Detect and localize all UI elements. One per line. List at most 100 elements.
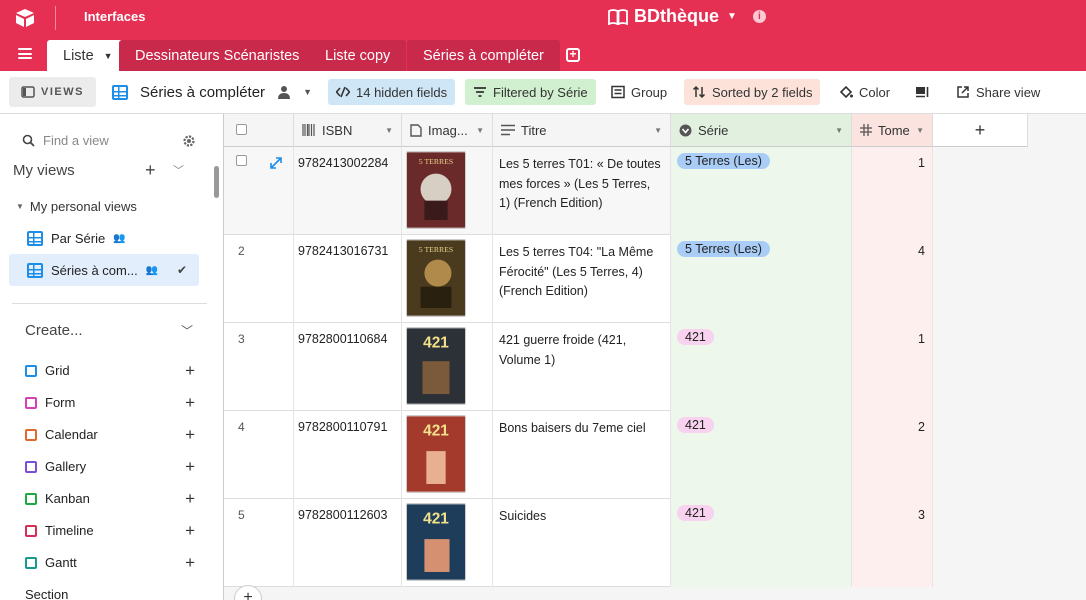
- plus-icon[interactable]: +: [185, 361, 195, 381]
- create-timeline[interactable]: Timeline +: [25, 521, 195, 541]
- tab-dessinateurs-scenaristes[interactable]: Dessinateurs Scénaristes: [119, 40, 316, 71]
- hamburger-menu-icon[interactable]: [18, 48, 32, 59]
- isbn-cell[interactable]: 9782413016731: [294, 235, 402, 323]
- chevron-down-icon[interactable]: ▼: [104, 51, 113, 61]
- serie-cell[interactable]: 5 Terres (Les): [671, 147, 852, 235]
- isbn-cell[interactable]: 9782413002284: [294, 147, 402, 235]
- tome-cell[interactable]: 2: [852, 411, 933, 499]
- create-kanban[interactable]: Kanban +: [25, 489, 195, 509]
- column-header-tome[interactable]: Tome ▼: [852, 114, 933, 147]
- gear-icon[interactable]: [182, 134, 196, 148]
- sort-button[interactable]: Sorted by 2 fields: [684, 79, 821, 105]
- titre-cell[interactable]: Suicides: [493, 499, 671, 587]
- serie-cell[interactable]: 421: [671, 411, 852, 499]
- isbn-cell[interactable]: 9782800110791: [294, 411, 402, 499]
- select-all-checkbox[interactable]: [236, 124, 247, 135]
- personal-views-section[interactable]: ▼ My personal views: [16, 199, 137, 214]
- select-all-header: [224, 114, 294, 147]
- expand-record-icon[interactable]: [270, 157, 282, 169]
- grid-view-icon: [27, 262, 43, 278]
- hidden-fields-label: 14 hidden fields: [356, 84, 448, 100]
- add-field-button[interactable]: +: [933, 114, 1028, 147]
- table-row[interactable]: 9782413002284 5 TERRES Les 5 terres T01:…: [224, 147, 933, 235]
- color-button[interactable]: Color: [831, 79, 898, 105]
- chevron-down-icon[interactable]: ▼: [385, 126, 393, 135]
- serie-cell[interactable]: 421: [671, 323, 852, 411]
- column-header-serie[interactable]: Série ▼: [671, 114, 852, 147]
- serie-cell[interactable]: 5 Terres (Les): [671, 235, 852, 323]
- plus-icon[interactable]: +: [185, 457, 195, 477]
- tome-cell[interactable]: 4: [852, 235, 933, 323]
- filter-button[interactable]: Filtered by Série: [465, 79, 596, 105]
- isbn-cell[interactable]: 9782800110684: [294, 323, 402, 411]
- plus-icon[interactable]: +: [185, 393, 195, 413]
- tab-liste-copy[interactable]: Liste copy: [309, 40, 407, 71]
- views-toggle-button[interactable]: VIEWS: [9, 77, 96, 107]
- tab-series-a-completer[interactable]: Séries à compléter: [407, 40, 560, 71]
- view-toolbar: VIEWS Séries à compléter ▼ 14 hidden fie…: [0, 71, 1086, 114]
- app-logo-icon[interactable]: [14, 7, 36, 29]
- info-icon[interactable]: i: [752, 10, 766, 23]
- group-button[interactable]: Group: [603, 79, 675, 105]
- table-row[interactable]: 4 9782800110791 421 Bons baisers du 7eme…: [224, 411, 933, 499]
- row-checkbox[interactable]: [236, 155, 247, 166]
- column-header-image[interactable]: Imag... ▼: [402, 114, 493, 147]
- create-gallery[interactable]: Gallery +: [25, 457, 195, 477]
- sidebar-item-series-a-completer[interactable]: Séries à com... 👥 ✔: [9, 254, 199, 286]
- image-cell[interactable]: 421: [402, 411, 493, 499]
- titre-cell[interactable]: Les 5 terres T01: « De toutes mes forces…: [493, 147, 671, 235]
- chevron-down-icon[interactable]: ▼: [727, 11, 737, 22]
- row-height-button[interactable]: [907, 79, 937, 105]
- add-tab-icon[interactable]: +: [566, 48, 580, 62]
- chevron-down-icon[interactable]: ﹀: [181, 322, 193, 339]
- titre-cell[interactable]: 421 guerre froide (421, Volume 1): [493, 323, 671, 411]
- share-view-button[interactable]: Share view: [948, 79, 1048, 105]
- titre-cell[interactable]: Bons baisers du 7eme ciel: [493, 411, 671, 499]
- add-record-button[interactable]: +: [234, 585, 262, 600]
- serie-cell[interactable]: 421: [671, 499, 852, 587]
- hidden-fields-button[interactable]: 14 hidden fields: [328, 79, 456, 105]
- titre-cell[interactable]: Les 5 terres T04: "La Même Férocité" (Le…: [493, 235, 671, 323]
- image-cell[interactable]: 421: [402, 323, 493, 411]
- sidebar-scrollbar[interactable]: [214, 166, 219, 198]
- chevron-down-icon[interactable]: ▼: [303, 87, 312, 97]
- base-title[interactable]: BDthèque ▼ i: [608, 6, 766, 27]
- create-form[interactable]: Form +: [25, 393, 195, 413]
- chevron-down-icon[interactable]: ▼: [476, 126, 484, 135]
- sidebar-item-par-serie[interactable]: Par Série 👥: [9, 222, 199, 254]
- find-view-search[interactable]: Find a view: [22, 133, 109, 148]
- image-cell[interactable]: 5 TERRES: [402, 235, 493, 323]
- chevron-down-icon[interactable]: ▼: [835, 126, 843, 135]
- plus-icon[interactable]: +: [185, 521, 195, 541]
- chevron-down-icon[interactable]: ▼: [654, 126, 662, 135]
- tab-label: Liste: [63, 47, 94, 64]
- chevron-down-icon[interactable]: ﹀: [173, 162, 184, 178]
- tome-cell[interactable]: 3: [852, 499, 933, 587]
- column-header-isbn[interactable]: ISBN ▼: [294, 114, 402, 147]
- tab-liste[interactable]: Liste ▼: [47, 40, 129, 71]
- create-section[interactable]: Section: [25, 587, 68, 600]
- plus-icon[interactable]: +: [185, 553, 195, 573]
- interfaces-link[interactable]: Interfaces: [84, 9, 145, 24]
- plus-icon[interactable]: +: [185, 425, 195, 445]
- table-row[interactable]: 2 9782413016731 5 TERRES Les 5 terres T0…: [224, 235, 933, 323]
- create-grid[interactable]: Grid +: [25, 361, 195, 381]
- table-row[interactable]: 3 9782800110684 421 421 guerre froide (4…: [224, 323, 933, 411]
- gantt-icon: [25, 556, 37, 569]
- current-view-selector[interactable]: Séries à compléter ▼: [104, 78, 320, 106]
- chevron-down-icon[interactable]: ▼: [916, 126, 924, 135]
- book-cover-image: 421: [406, 415, 466, 493]
- image-cell[interactable]: 421: [402, 499, 493, 587]
- add-view-icon[interactable]: +: [145, 160, 156, 181]
- image-cell[interactable]: 5 TERRES: [402, 147, 493, 235]
- create-gantt[interactable]: Gantt +: [25, 553, 195, 573]
- tome-cell[interactable]: 1: [852, 147, 933, 235]
- people-icon: 👥: [113, 233, 126, 244]
- create-calendar[interactable]: Calendar +: [25, 425, 195, 445]
- table-row[interactable]: 5 9782800112603 421 Suicides 421 3: [224, 499, 933, 587]
- isbn-cell[interactable]: 9782800112603: [294, 499, 402, 587]
- people-icon: 👥: [145, 265, 159, 276]
- plus-icon[interactable]: +: [185, 489, 195, 509]
- tome-cell[interactable]: 1: [852, 323, 933, 411]
- column-header-titre[interactable]: Titre ▼: [493, 114, 671, 147]
